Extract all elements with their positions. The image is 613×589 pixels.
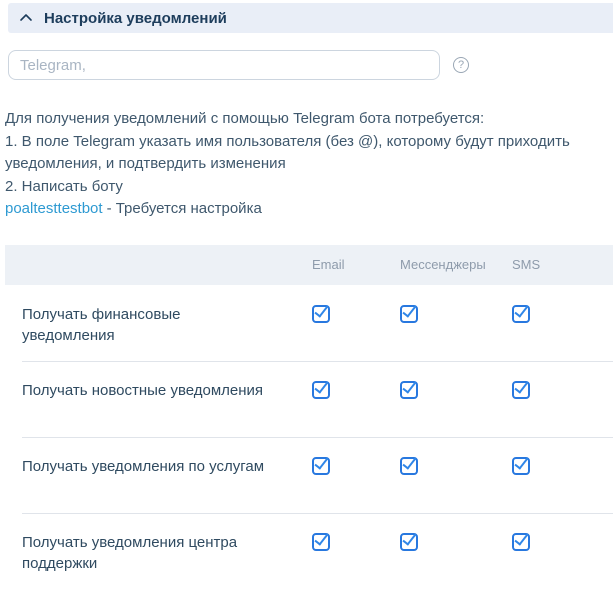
bot-link[interactable]: poaltesttestbot — [5, 200, 103, 217]
section-title: Настройка уведомлений — [44, 10, 227, 27]
table-header-row: Email Мессенджеры SMS — [5, 245, 613, 285]
checkbox-news-messengers[interactable] — [400, 381, 418, 399]
checkbox-financial-email[interactable] — [312, 305, 330, 323]
table-row-financial: Получать финансовые уведомления — [5, 285, 613, 361]
checkbox-financial-messengers[interactable] — [400, 305, 418, 323]
checkbox-news-email[interactable] — [312, 381, 330, 399]
chevron-up-icon[interactable] — [19, 11, 33, 25]
row-label: Получать уведомления по услугам — [5, 456, 312, 477]
checkbox-services-sms[interactable] — [512, 457, 530, 475]
table-row-support: Получать уведомления центра поддержки — [5, 513, 613, 589]
checkbox-services-email[interactable] — [312, 457, 330, 475]
bot-line: poaltesttestbot- Требуется настройка — [5, 198, 613, 221]
checkbox-financial-sms[interactable] — [512, 305, 530, 323]
row-label: Получать финансовые уведомления — [5, 304, 312, 346]
table-row-news: Получать новостные уведомления — [5, 361, 613, 437]
bot-status: - Требуется настройка — [107, 200, 262, 217]
checkbox-services-messengers[interactable] — [400, 457, 418, 475]
column-header-messengers: Мессенджеры — [400, 257, 512, 272]
column-header-email: Email — [312, 257, 400, 272]
telegram-input[interactable] — [8, 50, 440, 80]
table-body: Получать финансовые уведомления Получать… — [5, 285, 613, 589]
checkbox-support-email[interactable] — [312, 533, 330, 551]
row-label: Получать уведомления центра поддержки — [5, 532, 312, 574]
column-header-sms: SMS — [512, 257, 613, 272]
telegram-input-row: ? — [8, 50, 613, 80]
checkbox-news-sms[interactable] — [512, 381, 530, 399]
notifications-table: Email Мессенджеры SMS Получать финансовы… — [5, 245, 613, 589]
notifications-section-header[interactable]: Настройка уведомлений — [8, 3, 613, 33]
checkbox-support-sms[interactable] — [512, 533, 530, 551]
row-label: Получать новостные уведомления — [5, 380, 312, 401]
help-icon[interactable]: ? — [453, 57, 469, 73]
table-row-services: Получать уведомления по услугам — [5, 437, 613, 513]
telegram-instructions: Для получения уведомлений с помощью Tele… — [5, 108, 613, 198]
checkbox-support-messengers[interactable] — [400, 533, 418, 551]
